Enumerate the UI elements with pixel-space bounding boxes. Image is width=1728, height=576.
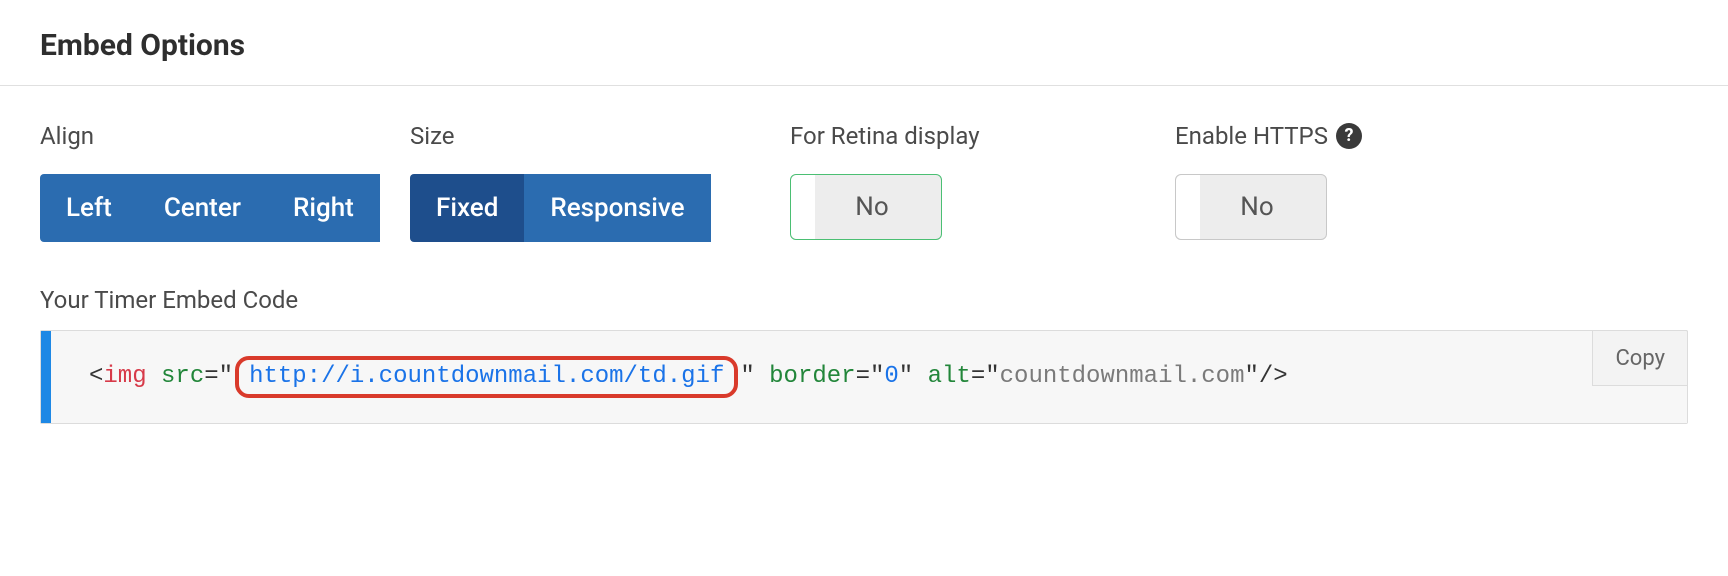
- align-segmented-control: Left Center Right: [40, 174, 410, 242]
- size-fixed-button[interactable]: Fixed: [410, 174, 524, 242]
- code-panel-accent: [41, 331, 51, 423]
- embed-code-textarea[interactable]: <img src="http://i.countdownmail.com/td.…: [51, 331, 1687, 423]
- https-toggle[interactable]: No: [1175, 174, 1327, 240]
- tok-open-bracket: <: [89, 363, 103, 390]
- option-label-retina: For Retina display: [790, 122, 1175, 150]
- options-row: Align Left Center Right Size Fixed Respo…: [40, 122, 1688, 242]
- tok-attr-src: src: [161, 363, 204, 390]
- embed-url-highlight: http://i.countdownmail.com/td.gif: [235, 356, 738, 398]
- tok-close: />: [1259, 363, 1288, 390]
- option-group-retina: For Retina display No: [790, 122, 1175, 240]
- tok-attr-alt: alt: [928, 363, 971, 390]
- option-group-https: Enable HTTPS ? No: [1175, 122, 1475, 240]
- help-icon[interactable]: ?: [1336, 123, 1362, 149]
- option-group-align: Align Left Center Right: [40, 122, 410, 242]
- embed-options-panel: Embed Options Align Left Center Right Si…: [0, 0, 1728, 424]
- option-label-align: Align: [40, 122, 410, 150]
- size-segmented-control: Fixed Responsive: [410, 174, 790, 242]
- copy-button[interactable]: Copy: [1592, 330, 1688, 386]
- option-group-size: Size Fixed Responsive: [410, 122, 790, 242]
- size-responsive-button[interactable]: Responsive: [524, 174, 710, 242]
- tok-tag-img: img: [103, 363, 146, 390]
- option-label-https: Enable HTTPS ?: [1175, 122, 1475, 150]
- tok-val-alt: countdownmail.com: [1000, 363, 1245, 390]
- align-left-button[interactable]: Left: [40, 174, 138, 242]
- align-center-button[interactable]: Center: [138, 174, 267, 242]
- toggle-knob: [1176, 175, 1200, 239]
- tok-attr-border: border: [769, 363, 855, 390]
- embed-code-label: Your Timer Embed Code: [40, 286, 1688, 314]
- tok-val-border: 0: [884, 363, 898, 390]
- align-right-button[interactable]: Right: [267, 174, 380, 242]
- option-label-size: Size: [410, 122, 790, 150]
- embed-code-panel: <img src="http://i.countdownmail.com/td.…: [40, 330, 1688, 424]
- toggle-knob: [791, 175, 815, 239]
- option-label-https-text: Enable HTTPS: [1175, 122, 1328, 150]
- embed-code-content: <img src="http://i.countdownmail.com/td.…: [89, 356, 1288, 398]
- page-title: Embed Options: [40, 28, 1688, 63]
- retina-toggle[interactable]: No: [790, 174, 942, 240]
- https-toggle-value: No: [1240, 192, 1273, 222]
- divider: [0, 85, 1728, 86]
- retina-toggle-value: No: [855, 192, 888, 222]
